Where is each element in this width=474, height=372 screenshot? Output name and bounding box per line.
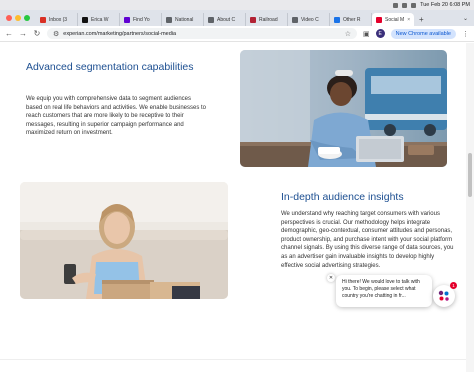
chat-greeting-bubble[interactable]: Hi there! We would love to talk with you…: [336, 275, 432, 307]
profile-avatar[interactable]: E: [375, 29, 385, 38]
tab-label: Erica W: [91, 16, 109, 23]
chat-notification-badge: 1: [450, 282, 457, 289]
macos-menu-bar: Tue Feb 20 6:08 PM: [0, 0, 474, 10]
tab-label: Social M: [385, 16, 405, 23]
scrollbar-thumb[interactable]: [468, 153, 472, 197]
globe-icon: [292, 16, 298, 23]
photo-man-using-laptop: [240, 50, 447, 167]
wifi-icon[interactable]: [402, 2, 408, 8]
web-page: Advanced segmentation capabilities We eq…: [0, 43, 466, 372]
section-body-audience-insights: We understand why reaching target consum…: [281, 211, 454, 269]
experian-icon: [376, 16, 382, 23]
bookmark-star-icon[interactable]: ☆: [345, 30, 351, 38]
tab-label: Video C: [301, 16, 319, 23]
tab-list: Inbox (3 Erica W Find Yo National About C Rai…: [36, 10, 414, 26]
address-bar-url[interactable]: experian.com/marketing/partners/social-m…: [63, 31, 176, 37]
browser-tab[interactable]: Video C: [288, 13, 330, 26]
us-flag-icon: [250, 16, 256, 23]
window-controls: [0, 15, 36, 21]
chat-greeting-text: Hi there! We would love to talk with you…: [342, 279, 420, 299]
browser-tab[interactable]: Other R: [330, 13, 372, 26]
gmail-icon: [40, 16, 46, 23]
tab-label: About C: [217, 16, 236, 23]
menu-bar-clock[interactable]: Tue Feb 20 6:08 PM: [420, 0, 470, 10]
tab-label: Other R: [343, 16, 361, 23]
experian-logo-icon: [438, 290, 449, 301]
new-chrome-available-button[interactable]: New Chrome available: [390, 28, 456, 39]
zoom-window-icon[interactable]: [24, 15, 30, 21]
browser-tab[interactable]: About C: [204, 13, 246, 26]
tab-label: Find Yo: [133, 16, 150, 23]
x-icon: [82, 16, 88, 23]
globe-icon: [208, 16, 214, 23]
yahoo-icon: [124, 16, 130, 23]
photo-woman-with-boxes: [20, 182, 228, 299]
tab-label: Inbox (3: [49, 16, 68, 23]
close-tab-icon[interactable]: ×: [407, 17, 410, 23]
browser-tab[interactable]: Find Yo: [120, 13, 162, 26]
back-arrow-icon[interactable]: ←: [5, 29, 13, 38]
battery-icon[interactable]: [411, 2, 417, 8]
control-center-icon[interactable]: [393, 2, 399, 8]
section-title-segmentation: Advanced segmentation capabilities: [26, 61, 194, 73]
section-title-audience-insights: In-depth audience insights: [281, 191, 404, 203]
tab-label: Railroad: [259, 16, 278, 23]
new-tab-icon[interactable]: +: [414, 15, 429, 24]
address-bar[interactable]: ⚙ experian.com/marketing/partners/social…: [47, 28, 358, 39]
side-panel-icon[interactable]: ▣: [363, 30, 370, 38]
browser-tab[interactable]: Social M ×: [372, 13, 414, 26]
page-scrollbar[interactable]: [466, 43, 474, 372]
browser-tab[interactable]: Inbox (3: [36, 13, 78, 26]
browser-tab[interactable]: Railroad: [246, 13, 288, 26]
browser-tab[interactable]: National: [162, 13, 204, 26]
document-icon: [334, 16, 340, 23]
site-info-icon[interactable]: ⚙: [53, 30, 59, 38]
close-window-icon[interactable]: [6, 15, 12, 21]
more-menu-icon[interactable]: ⋮: [462, 30, 469, 38]
globe-icon: [166, 16, 172, 23]
browser-tab-strip: Inbox (3 Erica W Find Yo National About C Rai…: [0, 10, 474, 26]
chat-close-icon[interactable]: ✕: [327, 274, 335, 282]
tab-search-chevron-icon[interactable]: ⌄: [463, 15, 468, 22]
minimize-window-icon[interactable]: [15, 15, 21, 21]
browser-toolbar: ← → ↻ ⚙ experian.com/marketing/partners/…: [0, 26, 474, 42]
section-divider: [0, 359, 466, 360]
reload-icon[interactable]: ↻: [33, 29, 41, 38]
tab-label: National: [175, 16, 194, 23]
browser-tab[interactable]: Erica W: [78, 13, 120, 26]
forward-arrow-icon[interactable]: →: [19, 29, 27, 38]
section-body-segmentation: We equip you with comprehensive data to …: [26, 96, 206, 137]
